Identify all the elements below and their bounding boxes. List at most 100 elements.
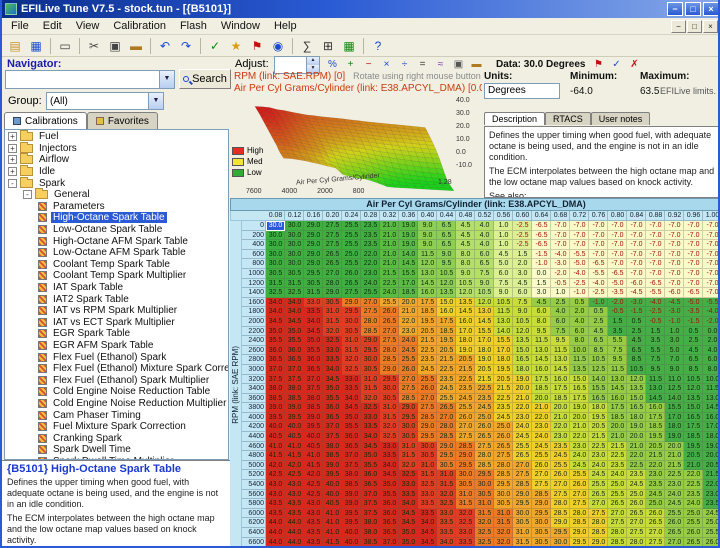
table-cell-2600-0.80[interactable]: 7.5 [608,345,627,356]
table-cell-6000-0.80[interactable]: 27.0 [608,508,627,519]
table-cell-3600-1.00[interactable]: 13.0 [703,393,718,404]
table-cell-2400-0.48[interactable]: 18.0 [456,336,475,346]
table-cell-1800-0.84[interactable]: -1.5 [627,307,646,317]
table-cell-3800-0.84[interactable]: 16.5 [627,403,646,413]
table-cell-2200-0.16[interactable]: 34.5 [304,326,323,337]
table-cell-5800-0.48[interactable]: 31.5 [456,499,475,509]
table-cell-5000-0.56[interactable]: 28.0 [494,460,513,471]
table-cell-1400-0.52[interactable]: 10.5 [475,288,494,298]
table-cell-2000-0.24[interactable]: 30.0 [342,316,361,327]
row-header-3600[interactable]: 3600 [242,394,266,404]
table-cell-800-0.96[interactable]: -7.0 [684,259,703,269]
table-cell-6600-0.16[interactable]: 43.5 [304,537,323,546]
row-header-2800[interactable]: 2800 [242,355,266,365]
table-cell-5000-0.92[interactable]: 21.5 [665,460,684,471]
table-cell-6200-0.36[interactable]: 34.5 [399,518,418,528]
tree-item-flex-fuel-ethanol-mixture-spark-correction[interactable]: Flex Fuel (Ethanol) Mixture Spark Correc… [5,363,228,375]
table-cell-2400-0.52[interactable]: 17.0 [475,336,494,346]
table-cell-2200-0.60[interactable]: 12.0 [513,326,532,337]
table-cell-5000-0.64[interactable]: 26.0 [532,460,551,471]
table-cell-2800-0.40[interactable]: 23.5 [418,355,437,365]
table-cell-4800-0.16[interactable]: 41.0 [304,451,323,461]
column-header-0.64[interactable]: 0.64 [532,211,551,221]
table-cell-3800-1.00[interactable]: 14.5 [703,403,718,413]
table-cell-5400-0.80[interactable]: 25.0 [608,480,627,490]
table-cell-2000-0.12[interactable]: 34.5 [285,316,304,327]
table-cell-400-0.44[interactable]: 6.5 [437,240,456,250]
table-cell-5400-0.12[interactable]: 43.0 [285,480,304,490]
table-cell-800-0.72[interactable]: -5.0 [570,259,589,269]
table-cell-4200-0.84[interactable]: 19.0 [627,422,646,433]
table-cell-6400-0.72[interactable]: 29.0 [570,528,589,538]
table-cell-6200-0.40[interactable]: 34.0 [418,518,437,528]
table-cell-2200-0.84[interactable]: 2.5 [627,326,646,337]
table-cell-2800-0.48[interactable]: 20.5 [456,355,475,365]
table-cell-6400-0.92[interactable]: 26.5 [665,528,684,538]
tree-item-idle[interactable]: + Idle [5,165,228,178]
table-cell-6400-0.64[interactable]: 30.5 [532,528,551,538]
table-cell-3200-0.32[interactable]: 29.5 [380,374,399,385]
tree-item-cold-engine-noise-reduction-table[interactable]: Cold Engine Noise Reduction Table [5,386,228,398]
table-cell-200-0.36[interactable]: 19.0 [399,230,418,241]
table-cell-2800-0.20[interactable]: 33.5 [323,355,342,365]
table-cell-800-0.48[interactable]: 8.0 [456,259,475,269]
table-cell-5600-0.56[interactable]: 30.0 [494,489,513,500]
table-cell-1400-0.40[interactable]: 16.0 [418,288,437,298]
redo-icon[interactable]: ↷ [176,36,196,55]
table-cell-6000-0.32[interactable]: 36.0 [380,508,399,519]
table-cell-4200-0.24[interactable]: 35.5 [342,422,361,433]
column-header-0.76[interactable]: 0.76 [589,211,608,221]
table-cell-200-0.40[interactable]: 9.0 [418,230,437,241]
table-cell-4800-0.56[interactable]: 27.5 [494,451,513,461]
table-cell-1200-0.52[interactable]: 9.0 [475,278,494,289]
table-cell-1200-0.76[interactable]: -4.0 [589,278,608,289]
table-cell-1600-0.92[interactable]: -4.5 [665,297,684,308]
table-cell-6000-0.20[interactable]: 41.0 [323,508,342,519]
table-cell-3800-0.32[interactable]: 31.0 [380,403,399,413]
table-cell-6600-0.80[interactable]: 28.5 [608,537,627,546]
table-cell-2200-0.32[interactable]: 27.0 [380,326,399,337]
table-cell-800-0.16[interactable]: 29.0 [304,259,323,269]
table-cell-6400-0.52[interactable]: 32.5 [475,528,494,538]
table-cell-3800-0.12[interactable]: 39.0 [285,403,304,413]
tree-item-flex-fuel-ethanol-spark-multiplier[interactable]: Flex Fuel (Ethanol) Spark Multiplier [5,374,228,386]
table-cell-1200-0.84[interactable]: -6.0 [627,278,646,289]
table-cell-3000-0.76[interactable]: 12.5 [589,364,608,375]
table-cell-6000-0.36[interactable]: 34.5 [399,508,418,519]
table-cell-1600-0.52[interactable]: 12.0 [475,297,494,308]
table-cell-1000-0.56[interactable]: 6.0 [494,268,513,279]
table-cell-6400-0.60[interactable]: 31.0 [513,528,532,538]
close-button[interactable]: × [703,2,718,16]
table-cell-3200-0.16[interactable]: 37.0 [304,374,323,385]
row-header-2200[interactable]: 2200 [242,327,266,337]
table-cell-1200-0.32[interactable]: 22.5 [380,278,399,289]
table-cell-4600-0.72[interactable]: 23.0 [570,441,589,452]
table-cell-1000-0.92[interactable]: -7.0 [665,268,684,279]
table-cell-6200-0.16[interactable]: 43.5 [304,518,323,528]
table-cell-2200-0.52[interactable]: 15.5 [475,326,494,337]
table-cell-1600-0.24[interactable]: 29.0 [342,297,361,308]
surface-chart[interactable]: High Med Low 40.0 30.0 20.0 10.0 0.0 -10.0 7600… [230,95,482,198]
table-cell-6600-0.64[interactable]: 30.5 [532,537,551,546]
table-cell-6600-0.20[interactable]: 41.5 [323,537,342,546]
table-cell-1000-0.24[interactable]: 26.0 [342,268,361,279]
table-cell-5800-0.68[interactable]: 28.0 [551,499,570,509]
table-cell-5000-0.20[interactable]: 39.0 [323,460,342,471]
row-header-6400[interactable]: 6400 [242,528,266,538]
table-cell-600-0.80[interactable]: -7.0 [608,249,627,260]
table-cell-3400-0.96[interactable]: 12.0 [684,384,703,394]
table-cell-2600-0.48[interactable]: 19.0 [456,345,475,356]
table-cell-3000-0.52[interactable]: 20.5 [475,364,494,375]
table-cell-5000-0.52[interactable]: 28.5 [475,460,494,471]
table-cell-600-0.96[interactable]: -7.0 [684,249,703,260]
table-cell-1600-0.76[interactable]: -1.0 [589,297,608,308]
table-cell-4400-0.28[interactable]: 34.0 [361,432,380,442]
table-cell-1000-0.84[interactable]: -7.0 [627,268,646,279]
table-cell-4600-0.12[interactable]: 41.0 [285,441,304,452]
table-cell-4800-0.60[interactable]: 26.5 [513,451,532,461]
table-cell-3800-0.08[interactable]: 39.0 [266,403,285,413]
table-cell-5000-0.44[interactable]: 30.5 [437,460,456,471]
table-cell-3000-0.72[interactable]: 13.5 [570,364,589,375]
collapse-icon[interactable]: - [8,178,17,188]
table-cell-2800-0.12[interactable]: 36.5 [285,355,304,365]
